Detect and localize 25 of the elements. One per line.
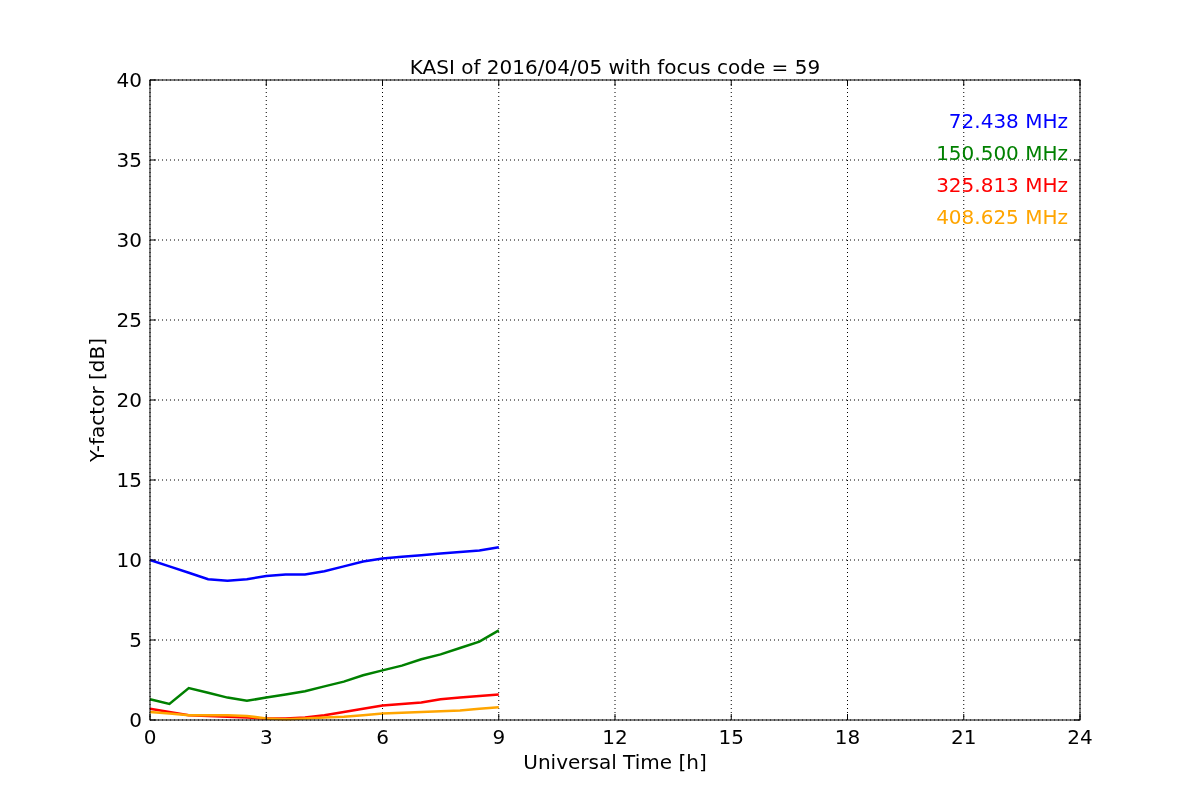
legend-label: 150.500 MHz bbox=[936, 141, 1068, 165]
y-tick-label: 0 bbox=[129, 708, 142, 732]
x-tick-label: 6 bbox=[376, 725, 389, 749]
y-tick-label: 15 bbox=[116, 468, 142, 492]
y-tick-label: 20 bbox=[116, 388, 142, 412]
y-tick-label: 5 bbox=[129, 628, 142, 652]
x-tick-label: 3 bbox=[259, 725, 273, 749]
x-axis-label: Universal Time [h] bbox=[523, 750, 707, 774]
y-tick-label: 35 bbox=[116, 148, 142, 172]
x-tick-label: 24 bbox=[1067, 725, 1093, 749]
y-tick-label: 30 bbox=[116, 228, 142, 252]
y-tick-label: 10 bbox=[116, 548, 142, 572]
x-tick-label: 18 bbox=[834, 725, 861, 749]
chart-title: KASI of 2016/04/05 with focus code = 59 bbox=[409, 55, 821, 79]
legend-label: 325.813 MHz bbox=[936, 173, 1068, 197]
x-tick-label: 9 bbox=[492, 725, 506, 749]
legend-label: 408.625 MHz bbox=[936, 205, 1068, 229]
x-tick-label: 15 bbox=[718, 725, 744, 749]
legend-label: 72.438 MHz bbox=[948, 109, 1068, 133]
y-tick-label: 40 bbox=[116, 68, 142, 92]
y-axis-label: Y-factor [dB] bbox=[85, 338, 109, 462]
y-tick-label: 25 bbox=[116, 308, 142, 332]
x-tick-label: 12 bbox=[602, 725, 628, 749]
x-tick-label: 0 bbox=[143, 725, 157, 749]
x-tick-label: 21 bbox=[951, 725, 977, 749]
